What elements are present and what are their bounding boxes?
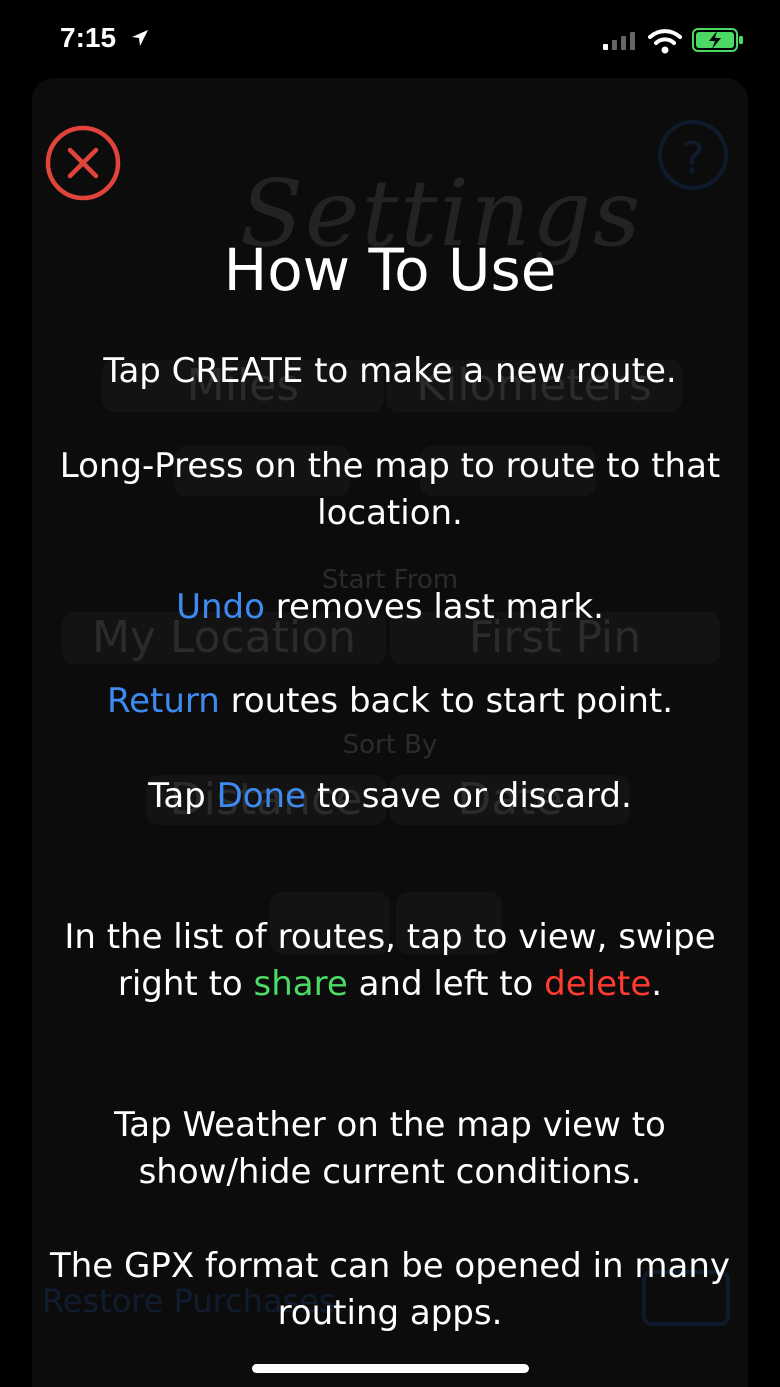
return-text: routes back to start point.	[219, 681, 674, 721]
instruction-weather: Tap Weather on the map view to show/hide…	[114, 1105, 666, 1192]
instruction-long-press: Long-Press on the map to route to that l…	[59, 446, 721, 533]
instruction-return: Return routes back to start point.	[20, 678, 760, 725]
undo-keyword: Undo	[176, 587, 265, 627]
instruction-gpx: The GPX format can be opened in many rou…	[49, 1246, 731, 1333]
how-to-use-title: How To Use	[223, 236, 557, 304]
close-button[interactable]	[44, 124, 122, 202]
list-end: .	[651, 964, 663, 1004]
return-keyword: Return	[106, 681, 220, 721]
done-pre: Tap	[148, 776, 217, 816]
undo-text: removes last mark.	[264, 587, 604, 627]
help-icon: ?	[658, 120, 728, 190]
instruction-undo: Undo removes last mark.	[30, 584, 750, 631]
sort-by-label: Sort By	[342, 730, 438, 760]
delete-keyword: delete	[544, 964, 652, 1004]
list-mid: and left to	[347, 964, 545, 1004]
instruction-list: In the list of routes, tap to view, swip…	[60, 914, 720, 1008]
done-text: to save or discard.	[306, 776, 632, 816]
done-keyword: Done	[216, 776, 307, 816]
instruction-create: Tap CREATE to make a new route.	[103, 351, 677, 391]
instruction-done: Tap Done to save or discard.	[30, 773, 750, 820]
home-indicator[interactable]	[252, 1364, 529, 1373]
share-keyword: share	[253, 964, 348, 1004]
